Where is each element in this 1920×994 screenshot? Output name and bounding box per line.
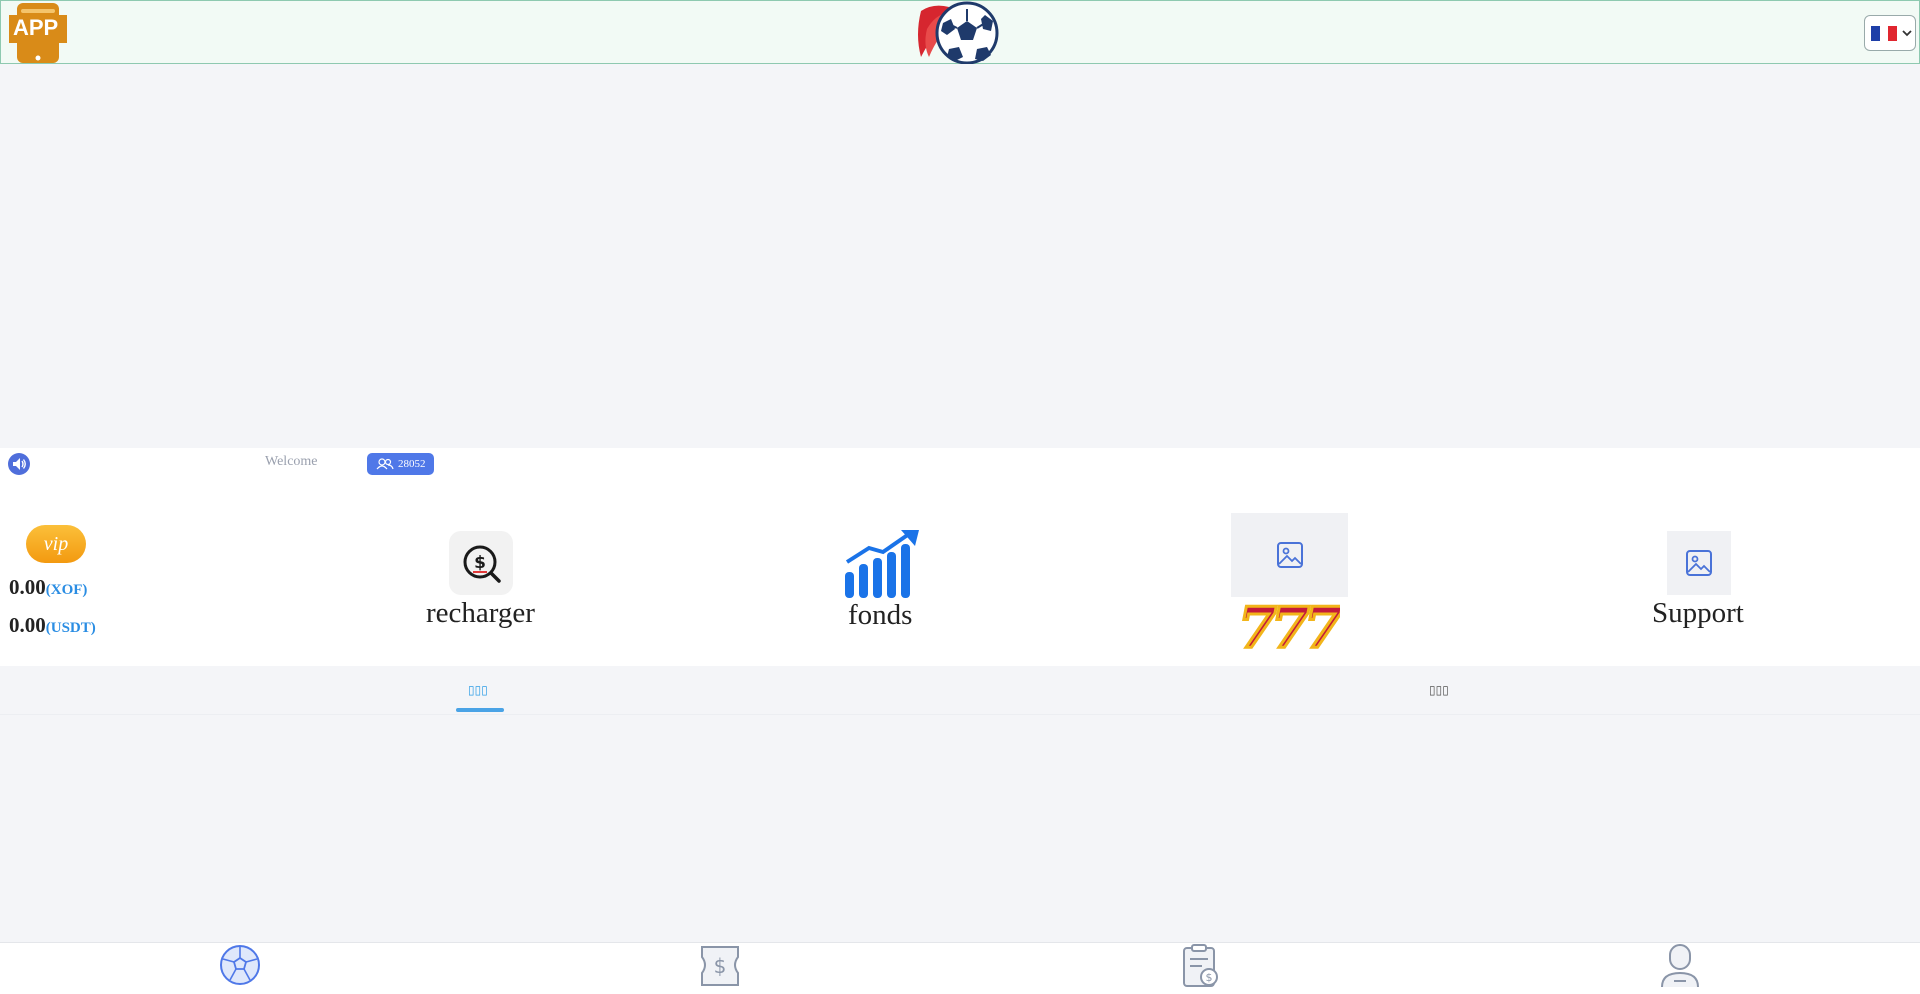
balance-currency: (USDT) [45,620,96,636]
image-placeholder-icon[interactable] [1231,513,1348,597]
svg-text:$: $ [474,553,486,573]
flag-fr-icon [1871,26,1898,41]
nav-item-history[interactable]: $ [1120,943,1280,994]
tabs-divider [0,714,1920,715]
recharge-label[interactable]: recharger [426,597,535,630]
svg-text:7: 7 [1304,597,1340,653]
top-header: APP [0,0,1920,65]
users-icon [376,458,394,470]
user-icon [1661,944,1699,988]
quick-panel [0,496,1920,666]
growth-chart-icon[interactable] [843,528,921,600]
language-selector[interactable] [1864,15,1916,51]
dollar-ticket-icon: $ [701,946,739,986]
fonds-label[interactable]: fonds [848,599,912,632]
soccer-ball-icon [220,945,260,985]
app-icon-label: APP [13,15,59,40]
welcome-text: Welcome [265,454,318,469]
app-download-icon[interactable]: APP [9,1,67,65]
balance-amount: 0.00 [9,575,46,599]
nav-item-bets[interactable]: $ [640,943,800,994]
balance-amount: 0.00 [9,613,46,637]
balance-xof: 0.00(XOF) [9,575,87,600]
nav-item-home[interactable] [160,943,320,994]
clipboard-dollar-icon: $ [1183,944,1218,987]
bottom-nav: $ $ [0,942,1920,994]
balance-usdt: 0.00(USDT) [9,613,96,638]
chevron-down-icon [1902,30,1912,37]
tab-second[interactable]: ▯▯▯ [1429,683,1449,697]
tab-first[interactable]: ▯▯▯ [468,683,488,697]
dollar-search-icon[interactable]: $ [449,531,513,595]
soccer-ball-logo-icon[interactable] [913,1,1005,65]
svg-text:$: $ [1206,971,1213,984]
slot-777-icon[interactable]: 7 7 7 [1236,594,1345,663]
support-label[interactable]: Support [1652,597,1744,630]
vip-badge[interactable]: vip [26,525,86,563]
speaker-icon [8,453,30,475]
svg-text:$: $ [714,954,727,978]
support-image-icon[interactable] [1667,531,1731,595]
balance-currency: (XOF) [45,582,88,598]
online-count: 28052 [398,458,426,470]
online-users-badge: 28052 [367,453,434,475]
tab-active-indicator [456,708,504,712]
nav-item-account[interactable] [1600,943,1760,994]
banner-carousel[interactable] [0,64,1920,448]
